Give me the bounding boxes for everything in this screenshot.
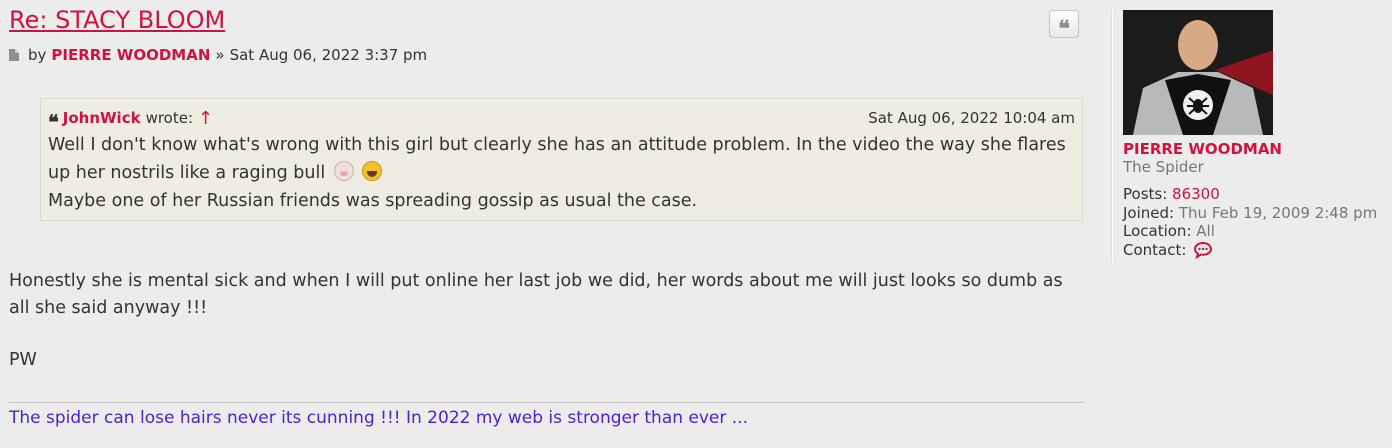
quote-icon: ❝ bbox=[1058, 16, 1070, 42]
speech-bubble-icon[interactable] bbox=[1193, 241, 1213, 264]
joined-date: Thu Feb 19, 2009 2:48 pm bbox=[1178, 203, 1378, 222]
quote-author-link[interactable]: JohnWick bbox=[63, 109, 141, 127]
quote-line-1: Well I don't know what's wrong with this… bbox=[48, 135, 1066, 183]
quote-wrote-label: wrote: bbox=[145, 109, 194, 127]
laughing-emoji-icon bbox=[362, 161, 383, 181]
contact-label: Contact: bbox=[1123, 240, 1187, 259]
post-signoff: PW bbox=[9, 350, 37, 370]
joined-row: Joined: Thu Feb 19, 2009 2:48 pm bbox=[1123, 204, 1392, 223]
posts-count-link[interactable]: 86300 bbox=[1172, 185, 1220, 203]
location-row: Location: All bbox=[1123, 222, 1392, 241]
post-title-link[interactable]: Re: STACY BLOOM bbox=[9, 6, 225, 34]
quote-block: ❝ JohnWick wrote: ↑ Sat Aug 06, 2022 10:… bbox=[40, 98, 1083, 221]
profile-rank: The Spider bbox=[1123, 158, 1204, 176]
quote-line-2: Maybe one of her Russian friends was spr… bbox=[48, 191, 698, 211]
meta-separator: » bbox=[215, 46, 225, 64]
quote-button[interactable]: ❝ bbox=[1049, 10, 1079, 42]
cow-emoji-icon bbox=[333, 161, 354, 181]
profile-stats: Posts: 86300 Joined: Thu Feb 19, 2009 2:… bbox=[1123, 185, 1392, 263]
location-label: Location: bbox=[1123, 222, 1192, 240]
signature-divider bbox=[9, 402, 1084, 403]
quote-mark-icon: ❝ bbox=[48, 110, 59, 134]
post-author-link[interactable]: PIERRE WOODMAN bbox=[51, 46, 210, 64]
quote-header: ❝ JohnWick wrote: ↑ Sat Aug 06, 2022 10:… bbox=[48, 107, 1075, 135]
document-icon[interactable] bbox=[9, 49, 19, 61]
by-label: by bbox=[28, 46, 47, 64]
location-value: All bbox=[1196, 222, 1215, 240]
joined-label: Joined: bbox=[1123, 203, 1175, 222]
post-meta: by PIERRE WOODMAN » Sat Aug 06, 2022 3:3… bbox=[9, 46, 427, 64]
posts-label: Posts: bbox=[1123, 185, 1168, 203]
contact-row: Contact: bbox=[1123, 241, 1392, 264]
avatar[interactable] bbox=[1123, 10, 1273, 135]
post-signature: The spider can lose hairs never its cunn… bbox=[9, 408, 748, 428]
profile-username-link[interactable]: PIERRE WOODMAN bbox=[1123, 140, 1392, 158]
author-profile: PIERRE WOODMAN The Spider Posts: 86300 J… bbox=[1123, 10, 1392, 263]
quote-date: Sat Aug 06, 2022 10:04 am bbox=[868, 109, 1075, 127]
post-date: Sat Aug 06, 2022 3:37 pm bbox=[229, 46, 428, 64]
quote-source-arrow-icon[interactable]: ↑ bbox=[198, 108, 213, 129]
post-content: Honestly she is mental sick and when I w… bbox=[9, 271, 1063, 318]
profile-divider bbox=[1112, 10, 1113, 262]
quote-text: Well I don't know what's wrong with this… bbox=[48, 131, 1075, 215]
posts-row: Posts: 86300 bbox=[1123, 185, 1392, 204]
